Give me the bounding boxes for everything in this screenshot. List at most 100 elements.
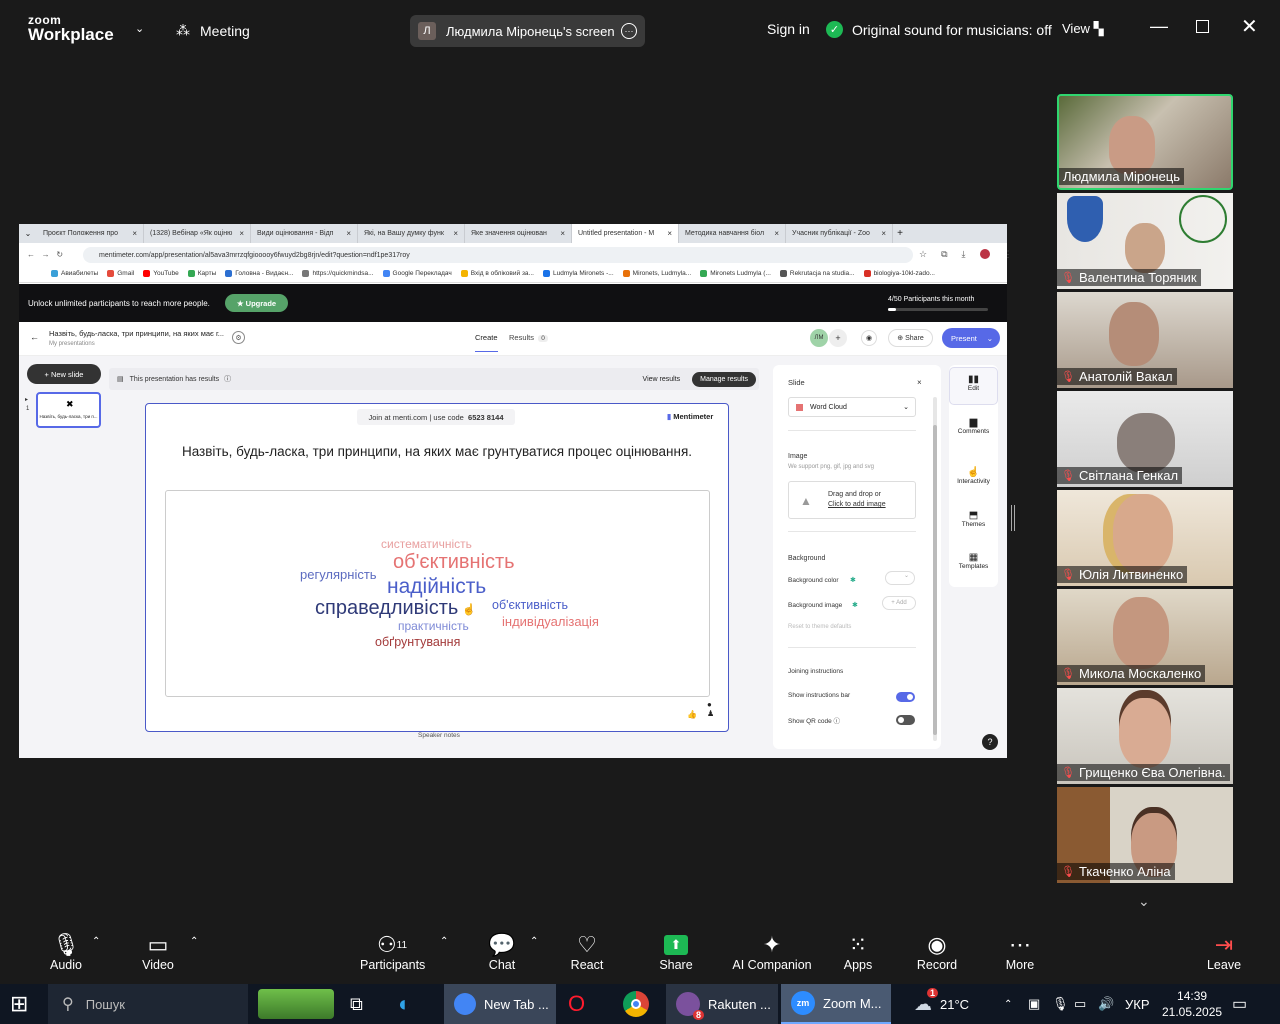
present-button[interactable]: Present ⌄ <box>942 328 1000 348</box>
slide-type-select[interactable]: Word Cloud ⌄ <box>788 397 916 417</box>
click-to-add-link[interactable]: Click to add image <box>828 501 886 508</box>
close-tab-icon[interactable]: × <box>774 229 779 238</box>
close-tab-icon[interactable]: × <box>239 229 244 238</box>
back-icon[interactable]: ← <box>27 250 35 259</box>
participant-tile[interactable]: 🎙 Ткаченко Аліна <box>1057 787 1233 883</box>
tray-expand-icon[interactable]: ⌃ <box>1004 984 1012 1024</box>
participant-tile[interactable]: 🎙 Микола Москаленко <box>1057 589 1233 685</box>
taskbar-chrome-newtab[interactable]: New Tab ... <box>444 984 556 1024</box>
taskbar-zoom[interactable]: zm Zoom M... <box>781 984 891 1024</box>
gallery-scroll-down-icon[interactable]: ⌄ <box>1138 893 1150 910</box>
tool-edit[interactable]: ▮▮ Edit <box>949 367 998 405</box>
video-button[interactable]: ▭ Video <box>136 932 180 972</box>
tool-templates[interactable]: ▦ Templates <box>949 552 998 570</box>
tool-comments[interactable]: ▆ Comments <box>949 417 998 435</box>
record-button[interactable]: ◉ Record <box>914 932 960 972</box>
bookmark-item[interactable]: https://quickmindsa... <box>302 270 374 277</box>
react-button[interactable]: ♡ React <box>566 932 608 972</box>
more-button[interactable]: ⋯ More <box>1000 932 1040 972</box>
view-button[interactable]: View ▚ <box>1062 21 1104 37</box>
tab-results[interactable]: Results 0 <box>509 333 548 342</box>
scrollbar-thumb[interactable] <box>933 425 937 735</box>
chevron-down-icon[interactable]: ⌄ <box>987 334 993 343</box>
apps-button[interactable]: ⁙ Apps <box>838 932 878 972</box>
windows-start-icon[interactable]: ⊞ <box>10 984 28 1024</box>
close-tab-icon[interactable]: × <box>346 229 351 238</box>
bookmark-item[interactable]: Mironets, Ludmyla... <box>622 270 691 277</box>
participants-button[interactable]: ⚇ 11 Participants <box>360 932 425 972</box>
bookmark-item[interactable]: Карты <box>187 270 216 277</box>
presentation-title[interactable]: Назвіть, будь-ласка, три принципи, на як… <box>49 329 224 338</box>
address-bar[interactable]: mentimeter.com/app/presentation/al5ava3m… <box>83 247 913 263</box>
new-tab-icon[interactable]: + <box>893 228 907 239</box>
help-button[interactable]: ? <box>982 734 998 750</box>
bookmark-item[interactable]: Авиабилеты <box>51 270 98 277</box>
speaker-notes[interactable]: Speaker notes <box>418 732 460 739</box>
browser-tab[interactable]: Види оцінювання - Відп × <box>251 224 358 243</box>
clock[interactable]: 14:39 21.05.2025 <box>1162 984 1222 1024</box>
manage-results-button[interactable]: Manage results <box>692 371 756 387</box>
more-options-icon[interactable]: ··· <box>621 23 637 39</box>
bookmark-item[interactable]: Rekrutacja na studia... <box>779 270 855 277</box>
audio-button[interactable]: 🎙 Audio <box>44 932 88 972</box>
add-background-image-button[interactable]: + Add <box>882 596 916 610</box>
resize-handle[interactable] <box>1011 505 1015 531</box>
preview-eye-icon[interactable]: ◉ <box>861 330 877 346</box>
opera-icon[interactable]: O <box>568 984 585 1024</box>
original-sound-status[interactable]: ✓ Original sound for musicians: off <box>826 21 1052 38</box>
keyboard-language[interactable]: УКР <box>1125 984 1150 1024</box>
help-icon[interactable]: ⓘ <box>834 718 841 725</box>
participant-tile[interactable]: 🎙 Грищенко Єва Олегівна. <box>1057 688 1233 784</box>
star-icon[interactable]: ☆ <box>919 249 927 260</box>
panel-scrollbar[interactable] <box>933 397 937 741</box>
maximize-icon[interactable] <box>1196 20 1209 33</box>
notifications-icon[interactable]: ▭ <box>1232 984 1247 1024</box>
participant-tile-active-speaker[interactable]: Людмила Міронець <box>1057 94 1233 190</box>
participant-tile[interactable]: 🎙 Валентина Торяник <box>1057 193 1233 289</box>
screen-share-indicator[interactable]: Л Людмила Міронець's screen ··· <box>410 15 645 47</box>
network-icon[interactable]: ▭ <box>1074 984 1086 1024</box>
view-results-button[interactable]: View results <box>643 376 681 383</box>
taskbar-viber[interactable]: 8 Rakuten ... <box>666 984 778 1024</box>
tab-create[interactable]: Create <box>475 333 498 352</box>
participant-tile[interactable]: 🎙 Анатолій Вакал <box>1057 292 1233 388</box>
add-collaborator-icon[interactable]: + <box>829 329 847 347</box>
bookmark-item[interactable]: Gmail <box>107 270 134 277</box>
browser-tab[interactable]: Які, на Вашу думку функ × <box>358 224 465 243</box>
participant-tile[interactable]: 🎙 Світлана Генкал <box>1057 391 1233 487</box>
show-qr-toggle[interactable] <box>896 715 915 725</box>
share-screen-button[interactable]: ⬆ Share <box>656 932 696 972</box>
chevron-down-icon[interactable]: ⌄ <box>135 22 144 35</box>
slide-thumbnail[interactable]: ✖ Назвіть, будь-ласка, три п... <box>36 392 101 428</box>
participants-options-chevron-icon[interactable]: ⌃ <box>440 936 448 947</box>
upgrade-button[interactable]: ★ Upgrade <box>225 294 288 312</box>
task-view-icon[interactable]: ⧉ <box>350 984 363 1024</box>
bookmark-item[interactable]: Mironets Ludmyla (... <box>700 270 771 277</box>
help-icon[interactable]: ⓘ <box>224 374 231 384</box>
weather-widget[interactable]: ☁ 1 21°C <box>914 984 969 1024</box>
close-tab-icon[interactable]: × <box>560 229 565 238</box>
meeting-menu[interactable]: ⁂ Meeting <box>176 22 250 39</box>
bookmark-item[interactable]: Ludmyla Mironets -... <box>542 270 614 277</box>
slide-canvas[interactable]: Join at menti.com | use code 6523 8144 ▮… <box>145 403 729 732</box>
close-tab-icon[interactable]: × <box>881 229 886 238</box>
mic-tray-icon[interactable]: 🎙 <box>1052 984 1069 1024</box>
profile-avatar[interactable] <box>979 249 990 259</box>
bookmark-item[interactable]: Головна - Видаєн... <box>225 270 293 277</box>
browser-tab[interactable]: Яке значення оцінюван × <box>465 224 572 243</box>
close-icon[interactable]: ✕ <box>1241 14 1258 39</box>
show-bar-toggle[interactable] <box>896 692 915 702</box>
reset-theme-link[interactable]: Reset to theme defaults <box>788 624 851 630</box>
audio-options-chevron-icon[interactable]: ⌃ <box>92 936 100 947</box>
taskbar-search[interactable]: ⚲ Пошук <box>48 984 248 1024</box>
chrome-taskbar-icon[interactable] <box>621 984 651 1024</box>
menu-icon[interactable]: ⋮ <box>1004 249 1013 260</box>
browser-tab[interactable]: Учасник публікації - Zoo × <box>786 224 893 243</box>
settings-icon[interactable]: ⚙ <box>232 331 245 344</box>
close-panel-icon[interactable]: × <box>917 378 922 387</box>
back-arrow-icon[interactable]: ← <box>30 332 39 342</box>
background-color-picker[interactable]: ⌄ <box>885 571 915 585</box>
video-options-chevron-icon[interactable]: ⌃ <box>190 936 198 947</box>
image-dropzone[interactable]: ▲ Drag and drop or Click to add image <box>788 481 916 519</box>
participant-tile[interactable]: 🎙 Юлія Литвиненко <box>1057 490 1233 586</box>
